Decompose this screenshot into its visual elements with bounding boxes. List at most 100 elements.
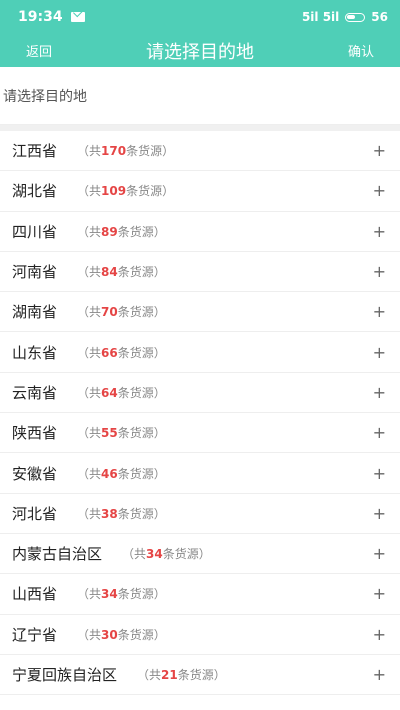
province-row[interactable]: 湖南省 （共70条货源） + (0, 292, 400, 333)
province-row[interactable]: 湖北省 （共109条货源） + (0, 171, 400, 212)
cargo-count-number: 34 (146, 547, 163, 562)
cargo-count-number: 55 (101, 426, 118, 441)
status-bar: 19:34 5il 5il 56 (0, 0, 400, 34)
cargo-count-prefix: （共 (77, 426, 102, 441)
cargo-count-number: 64 (101, 385, 118, 400)
expand-plus-icon[interactable]: + (373, 423, 386, 442)
expand-plus-icon[interactable]: + (373, 262, 386, 281)
cargo-count-number: 30 (101, 627, 118, 642)
expand-plus-icon[interactable]: + (373, 141, 386, 160)
cargo-count: （共34条货源） (77, 585, 166, 602)
province-name: 辽宁省 (12, 625, 58, 644)
expand-plus-icon[interactable]: + (373, 181, 386, 200)
battery-level: 56 (371, 10, 388, 24)
cargo-count-number: 66 (101, 345, 118, 360)
province-row[interactable]: 江西省 （共170条货源） + (0, 131, 400, 172)
cargo-count-number: 34 (101, 587, 118, 602)
cargo-count-number: 46 (101, 466, 118, 481)
province-row[interactable]: 河北省 （共38条货源） + (0, 494, 400, 534)
cargo-count: （共170条货源） (77, 142, 174, 159)
province-row[interactable]: 四川省 （共89条货源） + (0, 212, 400, 252)
status-time: 19:34 (18, 9, 63, 25)
province-row[interactable]: 安徽省 （共46条货源） + (0, 453, 400, 494)
cargo-count-suffix: 条货源） (117, 345, 166, 360)
province-row[interactable]: 山西省 （共34条货源） + (0, 574, 400, 615)
cargo-count-suffix: 条货源） (117, 265, 166, 280)
province-row[interactable]: 辽宁省 （共30条货源） + (0, 615, 400, 655)
cargo-count-suffix: 条货源） (117, 466, 166, 481)
cargo-count-prefix: （共 (122, 547, 147, 562)
province-name: 内蒙古自治区 (12, 545, 103, 564)
status-right: 5il 5il 56 (302, 10, 388, 24)
cargo-count-suffix: 条货源） (117, 224, 166, 239)
province-name: 河北省 (12, 504, 58, 523)
expand-plus-icon[interactable]: + (373, 504, 386, 523)
cargo-count: （共66条货源） (77, 344, 166, 361)
expand-plus-icon[interactable]: + (373, 544, 386, 563)
top-bar: 19:34 5il 5il 56 返回 请选择目的地 确认 (0, 0, 400, 67)
cargo-count-prefix: （共 (77, 265, 102, 280)
expand-plus-icon[interactable]: + (373, 584, 386, 603)
back-button[interactable]: 返回 (26, 41, 52, 60)
expand-plus-icon[interactable]: + (373, 222, 386, 241)
province-name: 河南省 (12, 263, 58, 282)
province-row[interactable]: 陕西省 （共55条货源） + (0, 413, 400, 454)
cargo-count: （共84条货源） (77, 263, 166, 280)
cargo-count-suffix: 条货源） (177, 668, 226, 682)
province-row[interactable]: 内蒙古自治区 （共34条货源） + (0, 534, 400, 575)
cargo-count-prefix: （共 (137, 668, 162, 682)
cargo-count-suffix: 条货源） (126, 144, 175, 159)
province-name: 山东省 (12, 343, 58, 362)
mail-icon (70, 12, 85, 22)
province-list: 江西省 （共170条货源） + 湖北省 （共109条货源） + 四川省 （共89条货源） + 河南… (0, 131, 400, 696)
cargo-count: （共64条货源） (77, 384, 166, 401)
page-title: 请选择目的地 (146, 41, 254, 63)
province-name: 宁夏回族自治区 (12, 666, 118, 684)
cargo-count-number: 21 (161, 668, 178, 682)
cargo-count: （共109条货源） (77, 182, 174, 199)
expand-plus-icon[interactable]: + (373, 625, 386, 644)
cargo-count: （共55条货源） (77, 424, 166, 441)
cargo-count-number: 89 (101, 224, 118, 239)
cargo-count-number: 109 (101, 184, 127, 199)
province-name: 陕西省 (12, 424, 58, 443)
expand-plus-icon[interactable]: + (373, 665, 386, 684)
expand-plus-icon[interactable]: + (373, 383, 386, 402)
cargo-count-prefix: （共 (77, 506, 102, 521)
nav-bar: 返回 请选择目的地 确认 (0, 34, 400, 67)
battery-icon (345, 12, 366, 22)
expand-plus-icon[interactable]: + (373, 464, 386, 483)
province-row[interactable]: 宁夏回族自治区 （共21条货源） + (0, 655, 400, 696)
cargo-count-number: 70 (101, 305, 118, 320)
province-name: 云南省 (12, 383, 58, 402)
cargo-count: （共89条货源） (77, 223, 166, 240)
cargo-count-suffix: 条货源） (117, 587, 166, 602)
province-name: 四川省 (12, 222, 58, 241)
cargo-count: （共21条货源） (137, 666, 226, 683)
cargo-count-suffix: 条货源） (126, 184, 175, 199)
province-row[interactable]: 山东省 （共66条货源） + (0, 332, 400, 373)
confirm-button[interactable]: 确认 (348, 41, 374, 60)
province-name: 湖南省 (12, 303, 58, 322)
cargo-count-prefix: （共 (77, 184, 102, 199)
cargo-count-prefix: （共 (77, 144, 102, 159)
cargo-count: （共38条货源） (77, 505, 166, 522)
cargo-count-number: 84 (101, 265, 118, 280)
cargo-count-prefix: （共 (77, 466, 102, 481)
cargo-count-number: 170 (101, 144, 127, 159)
destination-prompt: 请选择目的地 (0, 67, 400, 125)
expand-plus-icon[interactable]: + (373, 343, 386, 362)
expand-plus-icon[interactable]: + (373, 302, 386, 321)
cargo-count-suffix: 条货源） (117, 426, 166, 441)
province-name: 江西省 (12, 142, 58, 161)
province-row[interactable]: 云南省 （共64条货源） + (0, 373, 400, 414)
cargo-count-prefix: （共 (77, 385, 102, 400)
cargo-count-prefix: （共 (77, 627, 102, 642)
cargo-count-prefix: （共 (77, 587, 102, 602)
province-name: 湖北省 (12, 182, 58, 201)
cargo-count-number: 38 (101, 506, 118, 521)
status-left: 19:34 (18, 9, 85, 25)
signal-indicator: 5il 5il (301, 10, 340, 24)
province-row[interactable]: 河南省 （共84条货源） + (0, 252, 400, 293)
cargo-count-prefix: （共 (77, 345, 102, 360)
